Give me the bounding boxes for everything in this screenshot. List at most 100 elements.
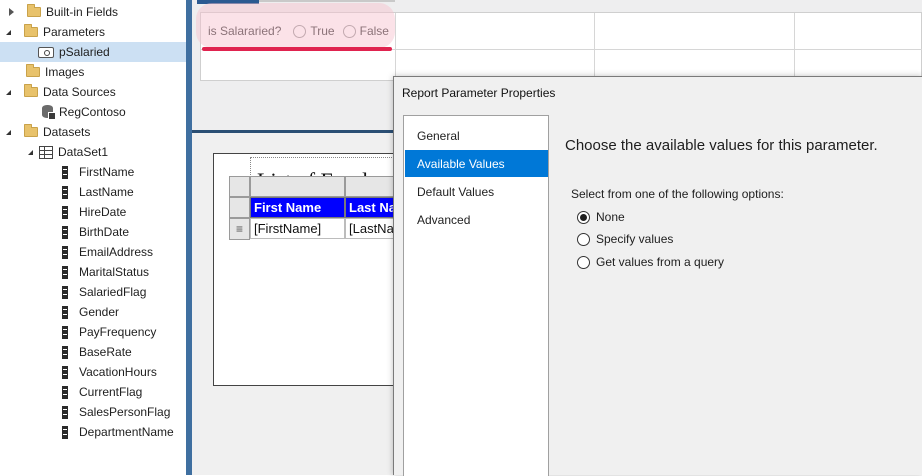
detail-cell-text: [FirstName] xyxy=(254,221,322,236)
nav-item-general[interactable]: General xyxy=(405,122,548,149)
table-detail-cell[interactable]: [LastName] xyxy=(345,218,399,239)
tree-item-label: Datasets xyxy=(43,125,91,139)
radio-checked-icon[interactable] xyxy=(577,210,590,224)
nav-item-label: Default Values xyxy=(417,184,495,199)
annotation-underline xyxy=(202,47,392,51)
tree-field-vacationhours[interactable]: VacationHours xyxy=(62,362,157,382)
folder-icon xyxy=(24,84,38,97)
grid-line xyxy=(395,13,396,82)
tree-item-dataset1[interactable]: DataSet1 xyxy=(28,142,108,162)
tree-field-salariedflag[interactable]: SalariedFlag xyxy=(62,282,146,302)
collapse-arrow-icon[interactable] xyxy=(28,149,33,155)
field-icon xyxy=(62,325,68,339)
options-label: Select from one of the following options… xyxy=(571,187,784,201)
tree-item-regcontoso[interactable]: RegContoso xyxy=(42,102,126,122)
option-specify-values-radio[interactable]: Specify values xyxy=(577,230,673,248)
field-icon xyxy=(62,265,68,279)
tree-item-label: LastName xyxy=(79,185,134,199)
option-label: Specify values xyxy=(596,232,674,246)
tree-field-currentflag[interactable]: CurrentFlag xyxy=(62,382,142,402)
collapse-arrow-icon[interactable] xyxy=(6,89,11,95)
tree-item-label: SalesPersonFlag xyxy=(79,405,171,419)
tree-item-label: DepartmentName xyxy=(79,425,174,439)
tree-field-emailaddress[interactable]: EmailAddress xyxy=(62,242,153,262)
field-icon xyxy=(62,385,68,399)
field-icon xyxy=(62,345,68,359)
option-none-radio[interactable]: None xyxy=(577,208,625,226)
grid-line xyxy=(594,13,595,82)
tree-item-label: CurrentFlag xyxy=(79,385,143,399)
tree-field-departmentname[interactable]: DepartmentName xyxy=(62,422,174,442)
tree-field-payfrequency[interactable]: PayFrequency xyxy=(62,322,156,342)
collapse-arrow-icon[interactable] xyxy=(6,129,11,135)
tablix-corner-handle[interactable] xyxy=(229,176,250,197)
nav-item-default-values[interactable]: Default Values xyxy=(405,178,548,205)
dataset-table-icon xyxy=(39,145,53,159)
tree-item-psalaried[interactable]: pSalaried xyxy=(0,42,186,62)
report-body[interactable]: List of Employees ≡ First Name Last Name… xyxy=(213,153,400,386)
header-cell-text: Last Name xyxy=(349,200,398,215)
field-icon xyxy=(62,165,68,179)
tree-item-datasets[interactable]: Datasets xyxy=(6,122,90,142)
table-header-cell[interactable]: Last Name xyxy=(345,197,399,218)
report-data-tree: Built-in Fields Parameters pSalaried Ima… xyxy=(0,0,186,475)
option-query-values-radio[interactable]: Get values from a query xyxy=(577,253,724,271)
detail-cell-text: [LastName] xyxy=(349,221,398,236)
folder-icon xyxy=(27,4,41,17)
table-detail-cell[interactable]: [FirstName] xyxy=(250,218,345,239)
tree-item-label: RegContoso xyxy=(59,105,126,119)
field-icon xyxy=(62,405,68,419)
tree-item-images[interactable]: Images xyxy=(6,62,84,82)
folder-icon xyxy=(24,124,38,137)
tab-preview-indicator[interactable] xyxy=(259,0,395,2)
section-heading: Choose the available values for this par… xyxy=(565,137,878,154)
tree-item-label: Images xyxy=(45,65,85,79)
radio-unchecked-icon[interactable] xyxy=(577,232,590,246)
tree-item-built-in-fields[interactable]: Built-in Fields xyxy=(6,2,118,22)
field-icon xyxy=(62,305,68,319)
tree-item-label: HireDate xyxy=(79,205,127,219)
folder-icon xyxy=(24,24,38,37)
field-icon xyxy=(62,205,68,219)
tree-item-label: VacationHours xyxy=(79,365,157,379)
annotation-highlight xyxy=(196,3,395,48)
tree-item-parameters[interactable]: Parameters xyxy=(6,22,105,42)
row-handle[interactable] xyxy=(229,197,250,218)
tree-item-label: Parameters xyxy=(43,25,106,39)
tree-field-salespersonflag[interactable]: SalesPersonFlag xyxy=(62,402,170,422)
tree-item-label: Data Sources xyxy=(43,85,116,99)
field-icon xyxy=(62,285,68,299)
table-header-cell[interactable]: First Name xyxy=(250,197,345,218)
tree-item-label: Built-in Fields xyxy=(46,5,119,19)
expand-arrow-icon[interactable] xyxy=(9,8,14,16)
column-handle[interactable] xyxy=(250,176,345,197)
nav-item-available-values[interactable]: Available Values xyxy=(405,150,548,177)
details-row-handle[interactable]: ≡ xyxy=(229,218,250,240)
parameter-icon xyxy=(38,46,54,58)
dialog-title: Report Parameter Properties xyxy=(402,86,556,100)
tree-field-hiredate[interactable]: HireDate xyxy=(62,202,126,222)
tree-item-label: Gender xyxy=(79,305,120,319)
tree-field-birthdate[interactable]: BirthDate xyxy=(62,222,129,242)
tree-item-label: DataSet1 xyxy=(58,145,109,159)
tree-item-label: pSalaried xyxy=(59,45,110,59)
column-handle[interactable] xyxy=(345,176,399,197)
tree-field-baserate[interactable]: BaseRate xyxy=(62,342,132,362)
tree-field-lastname[interactable]: LastName xyxy=(62,182,134,202)
field-icon xyxy=(62,365,68,379)
tree-field-gender[interactable]: Gender xyxy=(62,302,119,322)
folder-icon xyxy=(26,64,40,77)
tree-item-label: MaritalStatus xyxy=(79,265,150,279)
nav-item-label: Advanced xyxy=(417,212,471,227)
option-label: Get values from a query xyxy=(596,255,725,269)
tree-item-data-sources[interactable]: Data Sources xyxy=(6,82,116,102)
tree-item-label: BirthDate xyxy=(79,225,130,239)
radio-unchecked-icon[interactable] xyxy=(577,255,590,269)
collapse-arrow-icon[interactable] xyxy=(6,29,11,35)
nav-item-advanced[interactable]: Advanced xyxy=(405,206,548,233)
option-label: None xyxy=(596,210,625,224)
tree-field-firstname[interactable]: FirstName xyxy=(62,162,134,182)
details-group-icon: ≡ xyxy=(235,222,243,236)
tree-field-maritalstatus[interactable]: MaritalStatus xyxy=(62,262,149,282)
header-cell-text: First Name xyxy=(254,200,322,215)
